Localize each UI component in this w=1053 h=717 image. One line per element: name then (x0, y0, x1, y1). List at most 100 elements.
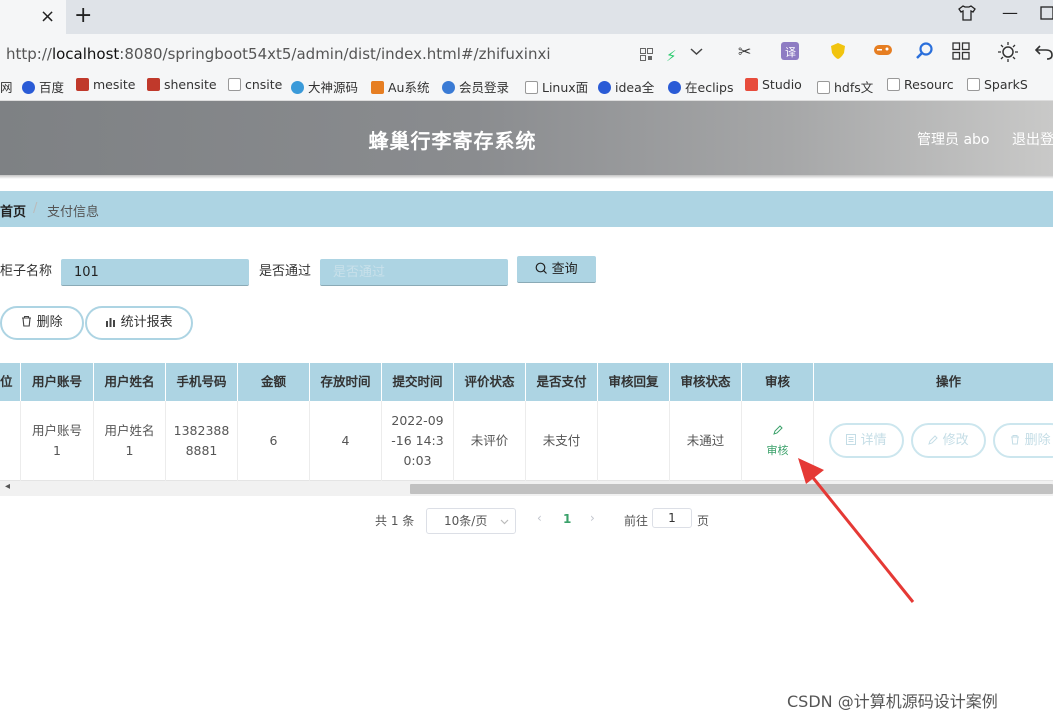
breadcrumb-current: 支付信息 (47, 205, 100, 220)
bookmark-item[interactable]: SparkS (967, 77, 1028, 92)
bookmark-item[interactable]: cnsite (228, 77, 282, 92)
column-header[interactable]: 审核回复 (598, 363, 670, 401)
cell-review-status: 未评价 (454, 401, 526, 481)
bookmark-item[interactable]: 大神源码 (291, 77, 358, 96)
bookmark-item[interactable]: hdfs文 (817, 77, 873, 96)
gamepad-icon[interactable] (873, 42, 893, 62)
chevron-down-icon[interactable] (690, 44, 703, 62)
admin-username: 管理员 abo (917, 132, 990, 148)
cabinet-name-input[interactable] (61, 259, 249, 286)
app-header: 蜂巢行李寄存系统 管理员 abo 退出登 (0, 101, 1053, 175)
breadcrumb-separator: / (33, 201, 38, 216)
bookmark-item[interactable]: idea全 (598, 77, 654, 96)
row-delete-button[interactable]: 删除 (993, 423, 1053, 458)
breadcrumb-home[interactable]: 首页 (0, 201, 26, 220)
bar-chart-icon (106, 318, 116, 327)
bookmark-item[interactable]: Au系统 (371, 77, 429, 96)
page-number-current[interactable]: 1 (563, 512, 571, 526)
column-header[interactable]: 是否支付 (526, 363, 598, 401)
delete-button[interactable]: 删除 (0, 306, 84, 340)
annotation-arrow (798, 458, 915, 603)
cell-audit-status: 未通过 (670, 401, 742, 481)
shield-icon[interactable] (829, 42, 847, 64)
bookmark-item[interactable]: shensite (147, 77, 217, 92)
passed-label: 是否通过 (259, 264, 312, 279)
table-header: 位 用户账号 用户姓名 手机号码 金额 存放时间 提交时间 评价状态 是否支付 … (0, 363, 1053, 401)
au-icon (371, 81, 384, 94)
watermark: CSDN @计算机源码设计案例 (787, 692, 998, 711)
column-header[interactable]: 操作 (814, 363, 1053, 401)
header-shadow (0, 175, 1053, 179)
bookmark-item[interactable]: 在eclips (668, 77, 733, 96)
column-header[interactable]: 提交时间 (382, 363, 454, 401)
column-header[interactable]: 手机号码 (166, 363, 238, 401)
lightning-icon[interactable]: ⚡ (666, 47, 677, 65)
column-header[interactable]: 存放时间 (310, 363, 382, 401)
new-tab-icon[interactable]: + (74, 3, 92, 28)
column-header[interactable]: 用户账号 (21, 363, 94, 401)
url-field[interactable]: http://localhost:8080/springboot54xt5/ad… (0, 38, 722, 66)
cloud-icon (442, 81, 455, 94)
tab-close-icon[interactable]: × (40, 6, 55, 27)
logout-link[interactable]: 退出登 (1012, 129, 1053, 149)
column-header[interactable]: 审核状态 (670, 363, 742, 401)
minimize-icon[interactable]: — (1002, 3, 1018, 22)
studio-icon (745, 78, 758, 91)
column-header[interactable]: 位 (0, 363, 21, 401)
prev-page-icon[interactable]: ‹ (537, 511, 542, 525)
baidu-paw-icon (22, 81, 35, 94)
cell-paid: 未支付 (526, 401, 598, 481)
baidu-paw-icon (598, 81, 611, 94)
goto-label: 前往 (624, 514, 649, 528)
bookmark-item[interactable]: 网 (0, 77, 13, 96)
passed-input[interactable] (320, 259, 508, 286)
column-header[interactable]: 审核 (742, 363, 814, 401)
bookmark-item[interactable]: Studio (745, 77, 802, 92)
scrollbar-thumb[interactable] (410, 484, 1053, 494)
bookmark-item[interactable]: Resourc (887, 77, 954, 92)
apps-grid-icon[interactable] (952, 42, 970, 64)
page-icon (228, 78, 241, 91)
column-header[interactable]: 用户姓名 (94, 363, 166, 401)
column-header[interactable]: 金额 (238, 363, 310, 401)
bookmark-item[interactable]: mesite (76, 77, 135, 92)
page-icon (887, 78, 900, 91)
tshirt-icon[interactable] (958, 5, 976, 25)
url-text[interactable]: http://localhost:8080/springboot54xt5/ad… (6, 45, 551, 63)
page-icon (817, 81, 830, 94)
trash-icon (22, 315, 32, 327)
query-button[interactable]: 查询 (517, 256, 596, 283)
translate-icon[interactable]: 译 (781, 42, 799, 64)
bookmark-item[interactable]: 百度 (22, 77, 64, 96)
search-icon[interactable] (916, 42, 934, 64)
chevron-down-icon (500, 519, 509, 525)
bookmark-item[interactable]: 会员登录 (442, 77, 509, 96)
address-bar: http://localhost:8080/springboot54xt5/ad… (0, 34, 1053, 70)
goto-page-input[interactable]: 1 (652, 508, 692, 528)
page-icon (967, 78, 980, 91)
statistics-report-button[interactable]: 统计报表 (85, 306, 193, 340)
maximize-icon[interactable] (1040, 5, 1053, 24)
next-page-icon[interactable]: › (590, 511, 595, 525)
cell-position (0, 401, 21, 481)
scroll-left-arrow-icon[interactable]: ◂ (5, 481, 10, 492)
bookmarks-bar: 网 百度 mesite shensite cnsite 大神源码 Au系统 会员… (0, 70, 1053, 101)
page-size-select[interactable]: 10条/页 (426, 508, 516, 534)
shensite-icon (147, 78, 160, 91)
scissors-icon[interactable]: ✂ (738, 42, 751, 61)
bookmark-item[interactable]: Linux面 (525, 77, 588, 96)
dashen-icon (291, 81, 304, 94)
cell-phone: 1382388 8881 (166, 401, 238, 481)
browser-tab-active[interactable]: × (0, 0, 66, 34)
cell-storage-time: 4 (310, 401, 382, 481)
undo-icon[interactable] (1034, 42, 1053, 64)
cabinet-name-label: 柜子名称 (0, 264, 53, 279)
column-header[interactable]: 评价状态 (454, 363, 526, 401)
cell-audit-reply (598, 401, 670, 481)
brightness-icon[interactable] (998, 42, 1018, 66)
search-icon (536, 262, 548, 274)
trash-icon (1011, 435, 1020, 445)
qr-code-icon[interactable] (640, 47, 653, 65)
edit-icon (772, 425, 783, 435)
page-title: 蜂巢行李寄存系统 (368, 129, 537, 153)
